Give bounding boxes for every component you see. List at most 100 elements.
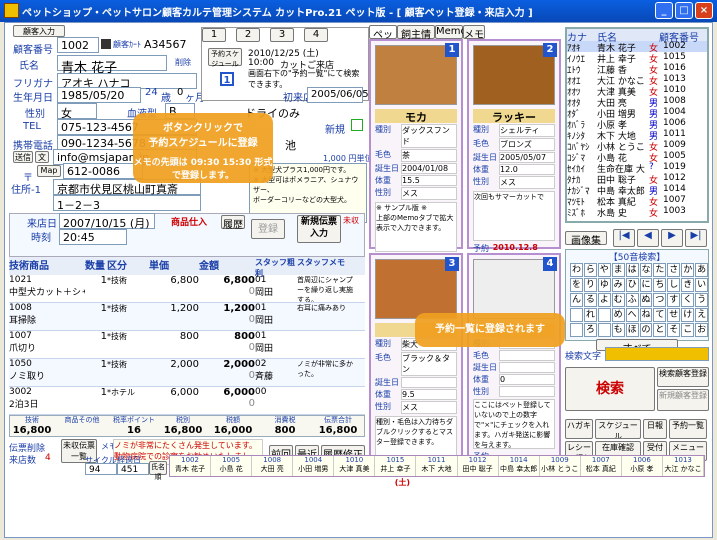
kana-key[interactable]: へ: [625, 308, 639, 322]
customer-entry-button[interactable]: 顧客入力: [13, 25, 65, 37]
kana-key[interactable]: に: [639, 278, 653, 292]
kana-key[interactable]: し: [667, 278, 681, 292]
tab-pet[interactable]: ペット: [369, 25, 397, 56]
kana-key[interactable]: あ: [695, 263, 709, 277]
recent-customer[interactable]: 1004 小田 増男: [293, 456, 335, 476]
pet-name[interactable]: ラッキー: [473, 109, 555, 124]
nav-button[interactable]: |◀: [613, 229, 635, 247]
customer-row[interactable]: ｲﾉｳｴ 井上 幸子 女 1015: [567, 52, 707, 65]
pet-weight[interactable]: 12.0: [499, 164, 555, 175]
customer-row[interactable]: ｱｵｷ 青木 花子 女 1002: [567, 41, 707, 54]
item-code[interactable]: 1008: [9, 303, 85, 313]
customer-row[interactable]: ｵｵｴ 大江 かなこ女 1013: [567, 74, 707, 87]
staff-code[interactable]: 02: [255, 359, 297, 369]
pet-color[interactable]: ブラック＆タン: [401, 352, 457, 376]
item-name[interactable]: 爪切り: [9, 341, 85, 354]
kana-key[interactable]: [570, 323, 583, 337]
customer-id-field[interactable]: 1002: [57, 37, 99, 53]
kana-key[interactable]: ゆ: [597, 278, 611, 292]
item-code[interactable]: 1021: [9, 275, 85, 285]
register-button[interactable]: 登録: [251, 219, 285, 239]
kana-key[interactable]: え: [695, 308, 709, 322]
staff-code[interactable]: 00: [255, 387, 297, 397]
kana-key[interactable]: め: [611, 308, 625, 322]
staff-code[interactable]: 01: [255, 275, 297, 285]
pet-birth[interactable]: [499, 362, 555, 373]
pet-color[interactable]: ブロンズ: [499, 138, 555, 151]
kana-key[interactable]: さ: [667, 263, 681, 277]
category-cell[interactable]: *技術: [107, 303, 149, 330]
recent-customer[interactable]: 1002 青木 花子: [170, 456, 212, 476]
function-button[interactable]: 予約一覧: [669, 419, 707, 439]
kana-key[interactable]: き: [681, 278, 695, 292]
customer-row[interactable]: ﾅｶｼﾞﾏ 中島 幸太郎男 1014: [567, 184, 707, 197]
pet-memo[interactable]: 次回もサマーカットで: [473, 191, 555, 241]
pet-sex[interactable]: [499, 386, 555, 397]
pet-sex[interactable]: メス: [401, 401, 457, 414]
category-cell[interactable]: *技術: [107, 275, 149, 302]
nav-button[interactable]: ▶: [661, 229, 683, 247]
pet-memo[interactable]: ※ サンプル版 ※ 上部のMemoタブで拡大表示で入力できます。: [375, 202, 457, 252]
kana-key[interactable]: も: [611, 323, 625, 337]
customer-row[interactable]: ｾｲｶｲ 生命在庫 大? 1019: [567, 162, 707, 175]
recent-customer[interactable]: 1012 田中 聡子: [458, 456, 499, 476]
recent-customer[interactable]: 1005 小島 花: [211, 456, 253, 476]
mail-text-button[interactable]: 文: [35, 151, 49, 163]
pet-sex[interactable]: メス: [499, 176, 555, 189]
customer-row[interactable]: ﾐｽﾞﾎ 水島 史 女 1003: [567, 206, 707, 219]
name-field[interactable]: 青木 花子: [57, 55, 167, 76]
customer-row[interactable]: ｺｼﾞﾏ 小島 花 女 1005: [567, 151, 707, 164]
pet-sex[interactable]: メス: [401, 187, 457, 200]
tab-memo-jp[interactable]: メモ: [463, 25, 485, 41]
maximize-button[interactable]: □: [675, 2, 693, 19]
item-name[interactable]: 2泊3日: [9, 397, 85, 410]
search-button[interactable]: 検索: [565, 367, 655, 411]
visit-time-field[interactable]: 20:45: [59, 229, 127, 245]
first-visit-field[interactable]: 2005/06/05: [307, 87, 369, 103]
qty-cell[interactable]: 1: [85, 303, 107, 330]
pet-weight[interactable]: 0: [499, 374, 555, 385]
tab-1[interactable]: 1: [202, 28, 226, 42]
category-cell[interactable]: *技術: [107, 359, 149, 386]
kana-key[interactable]: か: [681, 263, 695, 277]
minimize-button[interactable]: _: [655, 2, 673, 19]
kana-key[interactable]: く: [681, 293, 695, 307]
item-code[interactable]: 1007: [9, 331, 85, 341]
nav-button[interactable]: ◀: [637, 229, 659, 247]
tab-memo[interactable]: Memo: [435, 25, 467, 39]
recent-customer[interactable]: 1006 小原 孝: [622, 456, 663, 476]
qty-cell[interactable]: 1: [85, 275, 107, 302]
pet-weight[interactable]: 9.5: [401, 389, 457, 400]
price-cell[interactable]: 6,800: [149, 275, 199, 302]
staff-code[interactable]: 01: [255, 303, 297, 313]
recent-customer[interactable]: 1011 木下 大地: [416, 456, 458, 476]
kana-key[interactable]: ふ: [625, 293, 639, 307]
item-name[interactable]: 耳掃除: [9, 313, 85, 326]
tab-4[interactable]: 4: [304, 28, 328, 42]
kana-key[interactable]: い: [695, 278, 709, 292]
price-cell[interactable]: 2,000: [149, 359, 199, 386]
new-checkbox[interactable]: [351, 119, 363, 131]
nav-button[interactable]: ▶|: [685, 229, 707, 247]
kana-key[interactable]: れ: [583, 308, 597, 322]
customer-card-field[interactable]: A34567: [141, 37, 199, 53]
kana-key[interactable]: む: [611, 293, 625, 307]
qty-cell[interactable]: 1: [85, 387, 107, 414]
tab-2[interactable]: 2: [236, 28, 260, 42]
kana-key[interactable]: ん: [570, 293, 583, 307]
pet-color[interactable]: 茶: [401, 149, 457, 162]
tab-3[interactable]: 3: [270, 28, 294, 42]
recent-customer[interactable]: 1015 井上 幸子: [375, 456, 417, 476]
staff-memo[interactable]: [297, 387, 359, 414]
kana-key[interactable]: ろ: [583, 323, 597, 337]
kana-key[interactable]: よ: [597, 293, 611, 307]
new-customer-button[interactable]: 新規顧客登録: [657, 389, 709, 411]
kana-key[interactable]: ま: [611, 263, 625, 277]
customer-row[interactable]: ｷﾉｼﾀ 木下 大地 男 1011: [567, 129, 707, 142]
kana-key[interactable]: み: [611, 278, 625, 292]
kana-key[interactable]: と: [653, 323, 667, 337]
kana-key[interactable]: を: [570, 278, 583, 292]
history-button[interactable]: 履歴: [221, 215, 245, 231]
pet-name[interactable]: モカ: [375, 109, 457, 124]
kana-key[interactable]: ほ: [625, 323, 639, 337]
